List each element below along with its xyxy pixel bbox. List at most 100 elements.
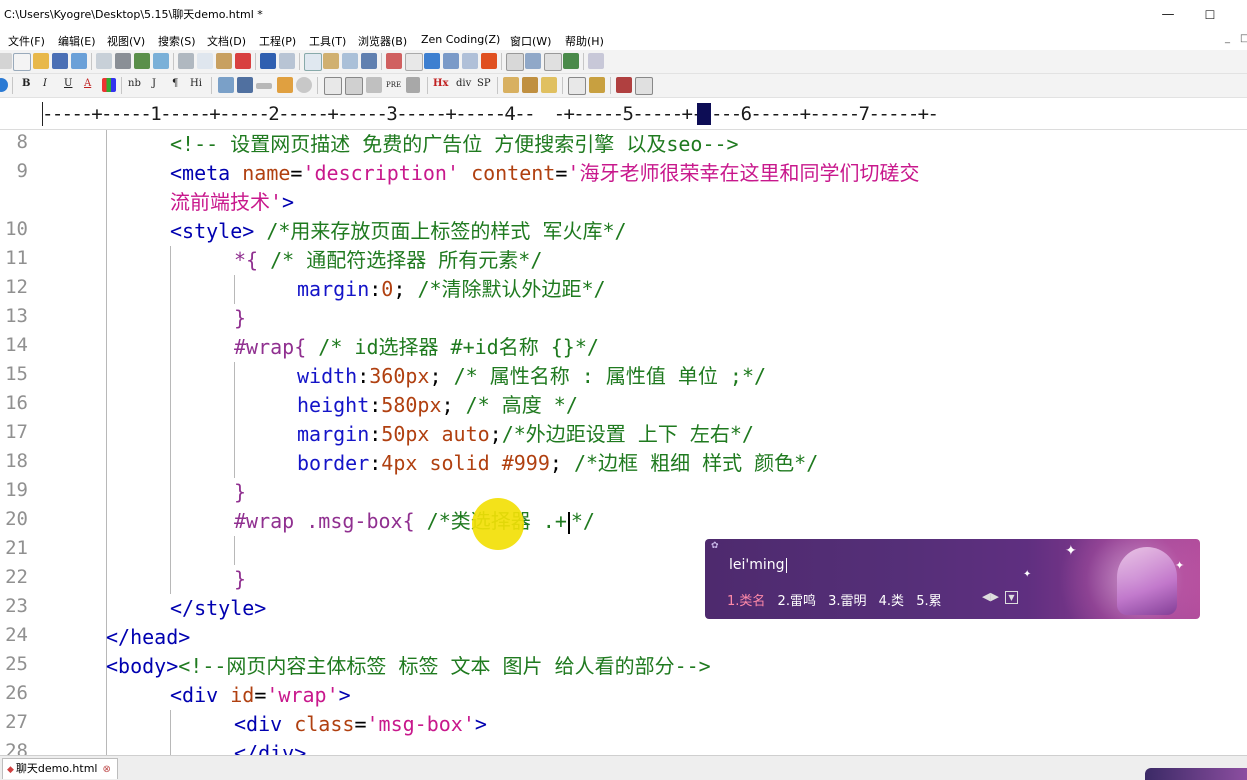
mdi-minimize-button[interactable]: _ [1225, 33, 1230, 44]
code-line[interactable]: 20 #wrap .msg-box{ /*类选择器 .+*/ [0, 507, 1247, 536]
comment-icon[interactable] [296, 77, 312, 93]
file-panel-icon[interactable] [506, 53, 524, 71]
fullscreen-icon[interactable] [563, 53, 579, 69]
code-line[interactable]: 17 margin:50px auto;/*外边距设置 上下 左右*/ [0, 420, 1247, 449]
code-line[interactable]: 9 <meta name='description' content='海牙老师很… [0, 159, 1247, 188]
open-folder-icon[interactable] [33, 53, 49, 69]
replace-icon[interactable] [323, 53, 339, 69]
code-line[interactable]: 26 <div id='wrap'> [0, 681, 1247, 710]
menu-window[interactable]: 窗口(W) [510, 33, 551, 49]
copy-icon[interactable] [197, 53, 213, 69]
code-line[interactable]: 14 #wrap{ /* id选择器 #+id名称 {}*/ [0, 333, 1247, 362]
menu-help[interactable]: 帮助(H) [565, 33, 604, 49]
paste-icon[interactable] [216, 53, 232, 69]
code-line[interactable]: 10 <style> /*用来存放页面上标签的样式 军火库*/ [0, 217, 1247, 246]
center-icon[interactable] [366, 77, 382, 93]
menu-view[interactable]: 视图(V) [107, 33, 145, 49]
menu-zen-coding[interactable]: Zen Coding(Z) [421, 33, 500, 46]
font-color-button[interactable]: A [84, 78, 91, 89]
ime-candidate[interactable]: 5.累 [916, 594, 941, 609]
ime-expand-icon[interactable]: ▼ [1005, 591, 1018, 604]
script-icon[interactable] [522, 77, 538, 93]
ime-page-arrows-icon[interactable]: ◀▶ [982, 590, 999, 603]
code-folding-icon[interactable] [462, 53, 478, 69]
mdi-restore-button[interactable]: □ [1240, 33, 1247, 44]
code-line[interactable]: 12 margin:0; /*清除默认外边距*/ [0, 275, 1247, 304]
help-pointer-icon[interactable] [588, 53, 604, 69]
print-preview-icon[interactable] [96, 53, 112, 69]
line-break-button[interactable]: J [152, 78, 156, 89]
menu-document[interactable]: 文档(D) [207, 33, 246, 49]
output-panel-icon[interactable] [544, 53, 562, 71]
new-file-icon[interactable] [13, 53, 31, 71]
ime-candidate[interactable]: 2.雷鸣 [778, 594, 816, 609]
image-icon[interactable] [218, 77, 234, 93]
bookmark-icon[interactable] [616, 77, 632, 93]
heading-button[interactable]: Hx [433, 78, 448, 89]
preview-panel-icon[interactable] [635, 77, 653, 95]
code-line[interactable]: 27 <div class='msg-box'> [0, 710, 1247, 739]
ime-candidate[interactable]: 4.类 [879, 594, 904, 609]
close-tab-icon[interactable]: ⊗ [102, 764, 110, 775]
underline-button[interactable]: U [64, 78, 72, 89]
find-in-files-icon[interactable] [342, 53, 358, 69]
list-icon[interactable] [406, 77, 420, 93]
save-icon[interactable] [52, 53, 68, 69]
code-line[interactable]: 流前端技术'> [0, 188, 1247, 217]
code-line[interactable]: 28 </div> [0, 739, 1247, 755]
code-line[interactable]: 25 <body><!--网页内容主体标签 标签 文本 图片 给人看的部分--> [0, 652, 1247, 681]
highlight-button[interactable]: Hi [190, 78, 202, 89]
ime-candidate[interactable]: 3.雷明 [828, 594, 866, 609]
color-picker-icon[interactable] [102, 78, 116, 92]
anchor-icon[interactable] [237, 77, 253, 93]
browser-preview-icon[interactable] [153, 53, 169, 69]
menu-search[interactable]: 搜索(S) [158, 33, 196, 49]
code-line[interactable]: 8 <!-- 设置网页描述 免费的广告位 方便搜索引擎 以及seo--> [0, 130, 1247, 159]
word-wrap-icon[interactable] [424, 53, 440, 69]
style-icon[interactable] [503, 77, 519, 93]
table-icon[interactable] [324, 77, 342, 95]
nbsp-button[interactable]: nb [128, 78, 141, 89]
ime-candidate[interactable]: 1.类名 [727, 594, 765, 609]
div-button[interactable]: div [456, 78, 471, 89]
menu-tools[interactable]: 工具(T) [309, 33, 346, 49]
heading-icon[interactable] [405, 53, 423, 71]
save-all-icon[interactable] [71, 53, 87, 69]
minimize-button[interactable]: — [1153, 4, 1183, 26]
delete-icon[interactable] [235, 53, 251, 69]
bold-button[interactable]: B [22, 78, 30, 89]
browser-globe-icon[interactable] [0, 78, 8, 92]
goto-line-icon[interactable] [361, 53, 377, 69]
code-line[interactable]: 16 height:580px; /* 高度 */ [0, 391, 1247, 420]
redo-icon[interactable] [279, 53, 295, 69]
menu-browser[interactable]: 浏览器(B) [358, 33, 407, 49]
menu-project[interactable]: 工程(P) [259, 33, 296, 49]
form-icon[interactable] [345, 77, 363, 95]
undo-icon[interactable] [260, 53, 276, 69]
horizontal-rule-icon[interactable] [256, 83, 272, 89]
template-icon[interactable] [589, 77, 605, 93]
menu-file[interactable]: 文件(F) [8, 33, 45, 49]
maximize-button[interactable]: ☐ [1195, 4, 1225, 26]
span-button[interactable]: SP [477, 78, 491, 89]
code-line[interactable]: 18 border:4px solid #999; /*边框 粗细 样式 颜色*/ [0, 449, 1247, 478]
paragraph-button[interactable]: ¶ [172, 78, 178, 89]
italic-button[interactable]: I [43, 78, 47, 89]
code-line[interactable]: 24 </head> [0, 623, 1247, 652]
panel-icon[interactable] [568, 77, 586, 95]
find-icon[interactable] [304, 53, 322, 71]
code-line[interactable]: 19} [0, 478, 1247, 507]
code-line[interactable]: 13} [0, 304, 1247, 333]
document-tab[interactable]: ◆ 聊天demo.html ⊗ [2, 758, 118, 779]
print-icon[interactable] [115, 53, 131, 69]
check-icon[interactable] [481, 53, 497, 69]
ime-candidate-window[interactable]: ✦ ✦ ✦ ✿ lei'ming 1.类名 2.雷鸣 3.雷明 4.类 5.累 … [705, 539, 1200, 619]
pre-button[interactable]: PRE [386, 81, 401, 89]
spellcheck-icon[interactable] [134, 53, 150, 69]
menu-edit[interactable]: 编辑(E) [58, 33, 96, 49]
cut-icon[interactable] [178, 53, 194, 69]
split-view-icon[interactable] [525, 53, 541, 69]
line-numbers-icon[interactable] [443, 53, 459, 69]
edit-icon[interactable] [277, 77, 293, 93]
code-line[interactable]: 11 *{ /* 通配符选择器 所有元素*/ [0, 246, 1247, 275]
